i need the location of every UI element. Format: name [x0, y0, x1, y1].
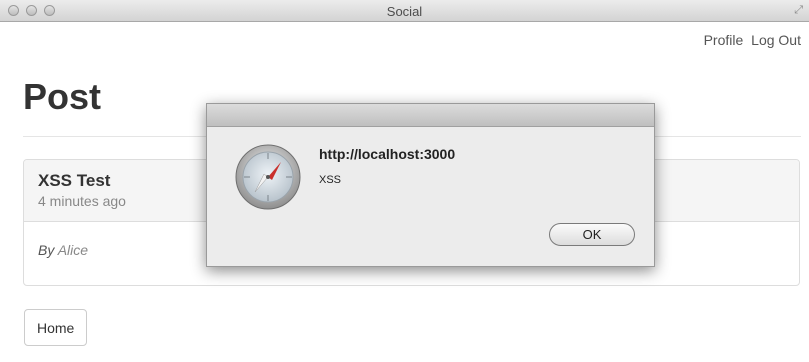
window-titlebar: Social ⤢ [0, 0, 809, 22]
top-nav: Profile Log Out [700, 32, 801, 48]
safari-compass-icon [235, 144, 301, 210]
window-title: Social [386, 4, 423, 19]
post-author-link[interactable]: Alice [58, 242, 88, 258]
post-by-label: By [38, 242, 55, 258]
alert-title: http://localhost:3000 [319, 146, 456, 162]
home-button[interactable]: Home [24, 309, 88, 346]
profile-link[interactable]: Profile [704, 32, 744, 48]
ok-button[interactable]: OK [549, 223, 635, 246]
page-title: Post [23, 76, 102, 117]
alert-message: XSS [319, 174, 342, 186]
javascript-alert-dialog: http://localhost:3000 XSS OK [206, 103, 655, 267]
logout-link[interactable]: Log Out [751, 32, 801, 48]
alert-titlebar [207, 104, 654, 127]
fullscreen-icon[interactable]: ⤢ [794, 4, 803, 17]
